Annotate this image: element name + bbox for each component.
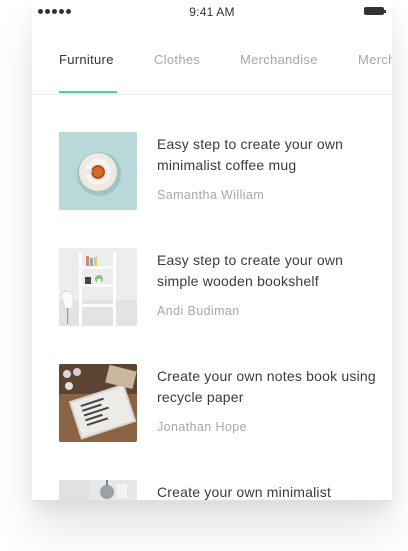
article-author: Andi Budiman [157,304,240,318]
list-item[interactable]: Create your own minimalist [32,480,392,500]
coffee-mug-image [59,132,137,210]
list-item[interactable]: Easy step to create your own minimalist … [32,132,392,212]
bookshelf-image [59,248,137,326]
notebook-image [59,364,137,442]
phone-screen: 9:41 AM Furniture Clothes Merchandise Me… [32,0,392,500]
category-tabs: Furniture Clothes Merchandise Merch [32,40,392,95]
tab-merch[interactable]: Merch [358,52,392,67]
article-title[interactable]: Create your own minimalist [157,482,377,500]
status-time: 9:41 AM [189,5,235,19]
article-title[interactable]: Easy step to create your own minimalist … [157,134,377,176]
article-author: Samantha William [157,188,265,202]
lamp-image [59,480,137,500]
battery-icon [364,7,386,15]
tab-furniture[interactable]: Furniture [59,52,114,67]
article-title[interactable]: Easy step to create your own simple wood… [157,250,377,292]
article-title[interactable]: Create your own notes book using recycle… [157,366,377,408]
tab-merchandise[interactable]: Merchandise [240,52,318,67]
list-item[interactable]: Create your own notes book using recycle… [32,364,392,444]
article-author: Jonathan Hope [157,420,247,434]
active-tab-indicator [59,91,117,93]
status-bar: 9:41 AM [32,0,392,24]
tab-clothes[interactable]: Clothes [154,52,200,67]
list-item[interactable]: Easy step to create your own simple wood… [32,248,392,328]
